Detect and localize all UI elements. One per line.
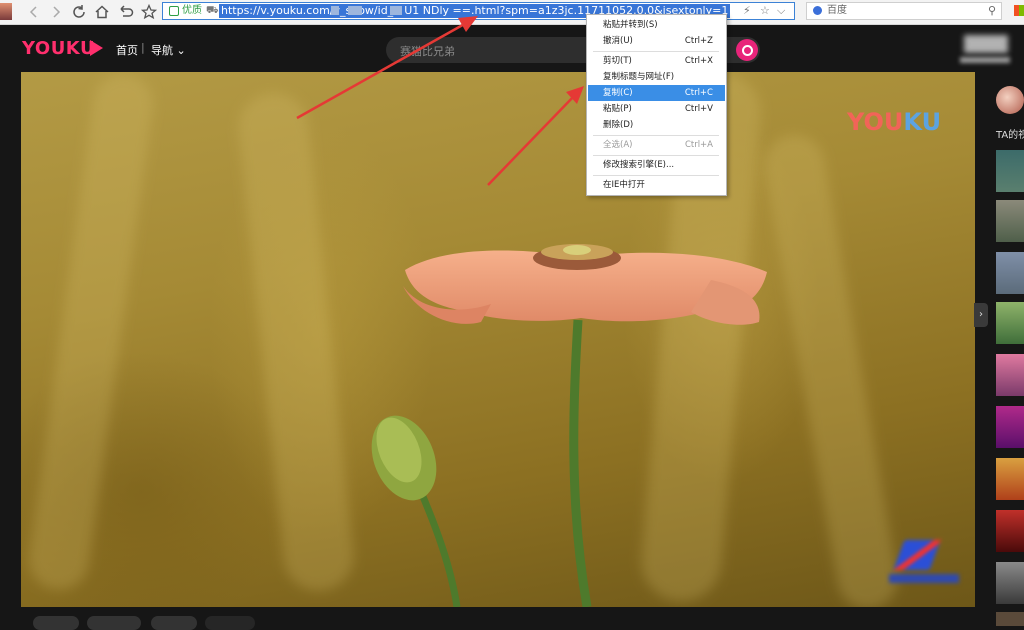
tab-favicon[interactable] [0,3,12,20]
sidebar-title: TA的视 [996,130,1024,141]
chevron-down-icon: ⌄ [176,44,186,57]
menu-item-copy-title-url[interactable]: 复制标题与网址(F) [588,69,725,85]
video-thumbnail[interactable] [996,252,1024,294]
user-info-redacted [960,57,1010,63]
search-placeholder: 百度 [827,5,847,16]
menu-item-cut[interactable]: 剪切(T) Ctrl+X [588,53,725,69]
browser-toolbar: 优质 ⛟ https://v.youku.com/v_show/id_X U1 … [0,0,1024,25]
home-icon[interactable] [92,2,112,22]
menu-separator [593,135,719,136]
nav-separator: | [141,41,145,54]
menu-separator [593,175,719,176]
back-icon[interactable] [24,2,44,22]
menu-item-paste[interactable]: 粘贴(P) Ctrl+V [588,101,725,117]
menu-item-delete[interactable]: 删除(D) [588,117,725,133]
baidu-icon [813,6,822,15]
video-thumbnail[interactable] [996,302,1024,344]
nav-home[interactable]: 首页 [116,42,138,58]
video-thumbnail[interactable] [996,562,1024,604]
site-icon: ⛟ [206,5,219,16]
chevron-down-icon[interactable]: ⌵ [777,4,785,18]
youku-header: YOUKU 首页 | 导航 ⌄ 赛猫比兄弟 [0,25,1024,71]
uploader-avatar[interactable] [996,86,1024,114]
action-button[interactable] [151,616,197,630]
video-thumbnail[interactable] [996,150,1024,192]
menu-separator [593,51,719,52]
video-thumbnail[interactable] [996,354,1024,396]
video-player[interactable]: YOUKU [21,72,975,607]
menu-item-change-search-engine[interactable]: 修改搜索引擎(E)... [588,157,725,173]
undo-close-tab-icon[interactable] [115,2,135,22]
search-placeholder: 赛猫比兄弟 [400,45,455,58]
context-menu: 粘贴并转到(S) 撤消(U) Ctrl+Z 剪切(T) Ctrl+X 复制标题与网址… [586,14,727,196]
nav-guide[interactable]: 导航 ⌄ [151,42,186,58]
youku-logo[interactable]: YOUKU [22,38,103,59]
search-button[interactable] [736,39,758,61]
play-arrow-icon [90,40,103,56]
secure-label: 优质 [182,5,202,16]
lightning-icon[interactable]: ⚡ [743,4,751,18]
redaction-mark [348,6,362,15]
menu-item-copy[interactable]: 复制(C) Ctrl+C [588,85,725,101]
user-info-redacted [964,35,1008,53]
action-button[interactable] [33,616,79,630]
sidebar-toggle-button[interactable]: › [974,303,988,327]
video-thumbnail[interactable] [996,200,1024,242]
redaction-mark [390,6,402,15]
refresh-icon[interactable] [69,2,89,22]
poppy-flower-image [371,244,767,607]
video-thumbnail[interactable] [996,406,1024,448]
menu-item-paste-and-go[interactable]: 粘贴并转到(S) [588,17,725,33]
youku-watermark: YOUKU [847,108,942,136]
search-engine-box[interactable]: 百度 ⚲ [806,2,1002,20]
menu-item-undo[interactable]: 撤消(U) Ctrl+Z [588,33,725,49]
action-button[interactable] [205,616,255,630]
channel-logo [889,538,959,588]
video-thumbnail[interactable] [996,510,1024,552]
menu-item-select-all[interactable]: 全选(A) Ctrl+A [588,137,725,153]
video-thumbnail[interactable] [996,458,1024,500]
forward-icon[interactable] [46,2,66,22]
chevron-right-icon: › [979,309,983,320]
windows-icon[interactable] [1014,5,1024,16]
search-icon[interactable]: ⚲ [988,4,996,18]
bookmark-star-icon[interactable] [139,2,159,22]
action-button[interactable] [87,616,141,630]
user-area[interactable] [960,33,1024,69]
redaction-mark [331,6,339,15]
star-icon[interactable]: ☆ [760,4,770,18]
video-thumbnail[interactable] [996,612,1024,626]
menu-separator [593,155,719,156]
player-actions-bar [21,610,975,630]
shield-icon [169,6,179,16]
menu-item-open-in-ie[interactable]: 在IE中打开 [588,177,725,193]
related-sidebar: TA的视 [976,72,1024,626]
